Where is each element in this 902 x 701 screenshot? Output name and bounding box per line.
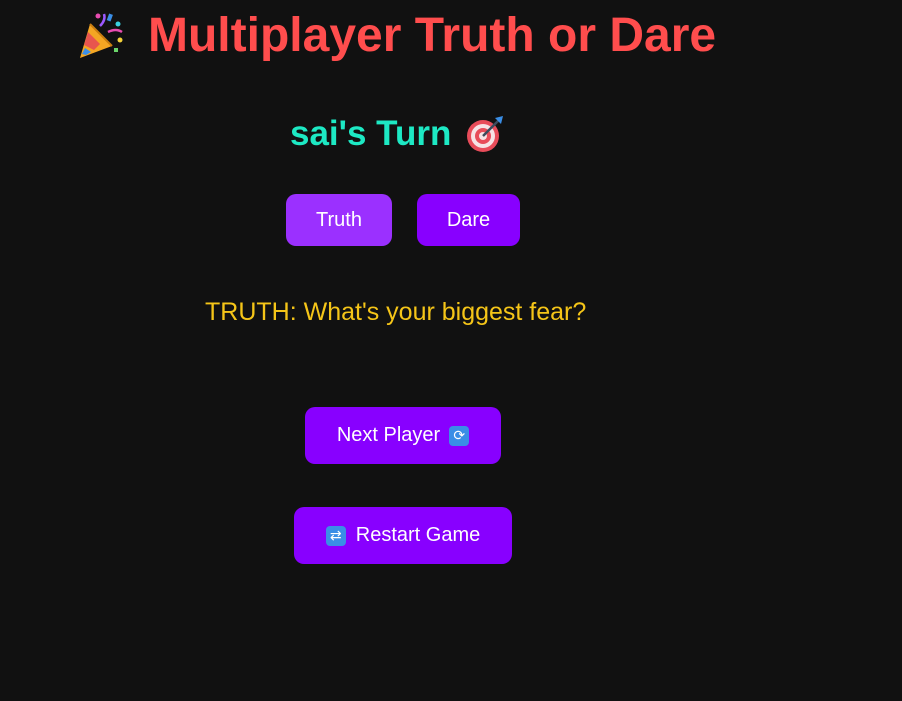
next-player-button[interactable]: Next Player ⟳	[305, 407, 501, 464]
truth-button[interactable]: Truth	[286, 194, 392, 246]
turn-indicator: sai's Turn	[290, 110, 505, 158]
game-page: Multiplayer Truth or Dare sai's Turn Tru…	[0, 0, 902, 701]
page-title: Multiplayer Truth or Dare	[148, 9, 717, 62]
direct-hit-target-icon	[465, 114, 505, 154]
counterclockwise-arrows-icon: ⟳	[449, 425, 470, 446]
restart-game-label: Restart Game	[355, 524, 481, 546]
restart-game-button[interactable]: ⇄ Restart Game	[294, 507, 512, 564]
party-popper-icon	[74, 10, 126, 62]
title-row: Multiplayer Truth or Dare	[74, 8, 716, 64]
question-prompt: TRUTH: What's your biggest fear?	[205, 298, 587, 326]
repeat-icon: ⇄	[325, 525, 346, 546]
next-player-label: Next Player	[336, 424, 441, 446]
dare-button[interactable]: Dare	[417, 194, 520, 246]
turn-text: sai's Turn	[290, 114, 452, 153]
